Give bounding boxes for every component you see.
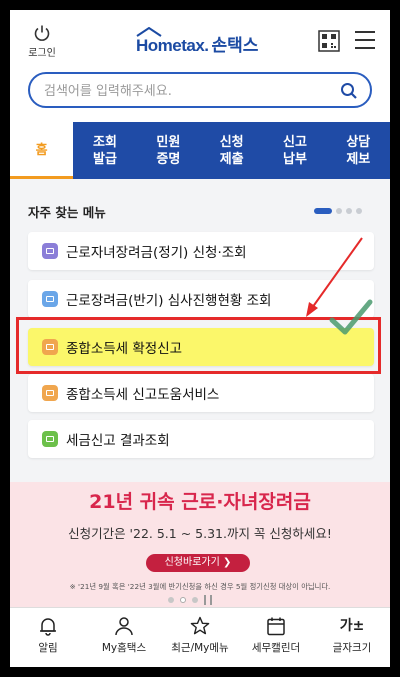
tab-inquiry-issue[interactable]: 조회 발급 xyxy=(73,122,136,179)
power-icon xyxy=(34,25,50,41)
banner-title: 21년 귀속 근로·자녀장려금 xyxy=(89,491,311,513)
pager-dot-active[interactable] xyxy=(314,208,332,214)
tab-civil-certificate[interactable]: 민원 증명 xyxy=(137,122,200,179)
nav-font-size[interactable]: 가± 글자크기 xyxy=(314,608,390,667)
banner-pager-dot[interactable] xyxy=(192,597,198,603)
favorite-item-label: 종합소득세 확정신고 xyxy=(66,341,183,357)
logo-text-kr: 손택스 xyxy=(211,36,259,56)
font-size-icon: 가± xyxy=(339,618,365,634)
favorite-item-income-tax-final-return[interactable]: 종합소득세 확정신고 xyxy=(28,328,374,366)
qr-icon xyxy=(318,30,340,52)
favorites-pager[interactable] xyxy=(314,208,362,214)
favorite-item-tax-result-inquiry[interactable]: 세금신고 결과조회 xyxy=(28,420,374,458)
nav-my-hometax[interactable]: My홈택스 xyxy=(86,608,162,667)
tab-application-submit[interactable]: 신청 제출 xyxy=(200,122,263,179)
pager-dot[interactable] xyxy=(346,208,352,214)
hamburger-icon xyxy=(355,31,375,49)
nav-notifications[interactable]: 알림 xyxy=(10,608,86,667)
app-frame: 로그인 Hometax. 손택스 검색어를 입력해주세요. 홈 조회 발급 민원… xyxy=(10,10,390,667)
hamburger-menu-button[interactable] xyxy=(354,30,376,50)
favorite-item-label: 세금신고 결과조회 xyxy=(66,433,170,449)
main-tab-bar: 홈 조회 발급 민원 증명 신청 제출 신고 납부 상담 제보 xyxy=(10,122,390,179)
search-icon[interactable] xyxy=(340,82,358,100)
tab-report-payment[interactable]: 신고 납부 xyxy=(263,122,326,179)
apply-shortcut-button[interactable]: 신청바로가기 ❯ xyxy=(146,554,250,572)
pause-icon[interactable] xyxy=(204,595,212,605)
search-input[interactable] xyxy=(44,82,324,100)
nav-label: 세무캘린더 xyxy=(251,642,301,654)
nav-label: My홈택스 xyxy=(101,642,147,654)
star-icon xyxy=(190,616,210,635)
tab-consult-report[interactable]: 상담 제보 xyxy=(327,122,390,179)
favorite-item-income-tax-help[interactable]: 종합소득세 신고도움서비스 xyxy=(28,374,374,412)
favorite-item-child-tax-credit[interactable]: 근로자녀장려금(정기) 신청·조회 xyxy=(28,232,374,270)
favorites-title: 자주 찾는 메뉴 xyxy=(28,205,106,220)
nav-tax-calendar[interactable]: 세무캘린더 xyxy=(238,608,314,667)
banner-pager-dot[interactable] xyxy=(168,597,174,603)
tab-home[interactable]: 홈 xyxy=(10,122,74,179)
monitor-icon xyxy=(42,339,58,355)
banner-subtitle: 신청기간은 '22. 5.1 ~ 5.31.까지 꼭 신청하세요! xyxy=(68,526,332,541)
logo-roof-icon xyxy=(136,27,162,37)
favorite-item-label: 근로자녀장려금(정기) 신청·조회 xyxy=(66,245,247,261)
hometax-logo[interactable]: Hometax. 손택스 xyxy=(136,27,259,56)
login-button[interactable]: 로그인 xyxy=(22,24,62,59)
search-bar xyxy=(28,72,372,108)
favorite-item-earned-income-status[interactable]: 근로장려금(반기) 심사진행현황 조회 xyxy=(28,280,374,318)
favorite-item-label: 근로장려금(반기) 심사진행현황 조회 xyxy=(66,293,272,309)
calendar-icon xyxy=(42,243,58,259)
bottom-nav: 알림 My홈택스 최근/My메뉴 세무캘린더 가± 글자크기 xyxy=(10,607,390,667)
banner-pager[interactable] xyxy=(168,595,212,605)
pager-dot[interactable] xyxy=(336,208,342,214)
calendar-icon xyxy=(267,617,285,636)
nav-label: 최근/My메뉴 xyxy=(171,642,229,654)
promo-banner[interactable]: 21년 귀속 근로·자녀장려금 신청기간은 '22. 5.1 ~ 5.31.까지… xyxy=(10,482,390,608)
app-header: 로그인 Hometax. 손택스 xyxy=(10,10,390,122)
chat-icon xyxy=(42,431,58,447)
nav-recent-my-menu[interactable]: 최근/My메뉴 xyxy=(162,608,238,667)
banner-note: ※ '21년 9월 혹은 '22년 3월에 반기신청을 하신 경우 5월 정기신… xyxy=(69,582,331,591)
login-label: 로그인 xyxy=(28,48,56,59)
favorite-item-label: 종합소득세 신고도움서비스 xyxy=(66,387,220,403)
bell-icon xyxy=(40,618,56,636)
logo-text-en: Hometax. xyxy=(136,27,209,56)
chat-icon xyxy=(42,291,58,307)
qr-code-button[interactable] xyxy=(318,30,340,52)
banner-pager-dot-active[interactable] xyxy=(180,597,186,603)
person-icon xyxy=(115,617,133,636)
pager-dot[interactable] xyxy=(356,208,362,214)
monitor-icon xyxy=(42,385,58,401)
nav-label: 글자크기 xyxy=(332,642,372,654)
nav-label: 알림 xyxy=(38,642,58,654)
